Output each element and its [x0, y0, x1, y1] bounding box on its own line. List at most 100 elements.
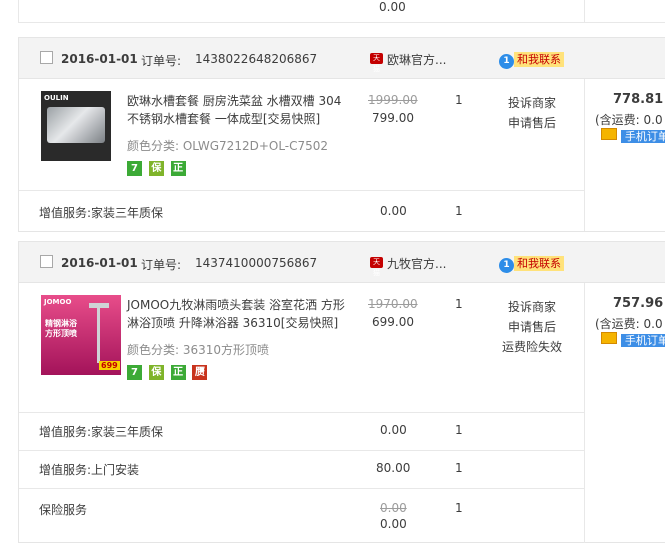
- order-number: 1438022648206867: [195, 52, 318, 66]
- sink-image: [47, 107, 105, 143]
- service-name: 上门安装: [91, 463, 140, 477]
- genuine-icon[interactable]: 正: [170, 365, 186, 380]
- shop-name-link[interactable]: 欧琳官方...: [387, 51, 446, 68]
- product-title-link[interactable]: JOMOO九牧淋雨喷头套装 浴室花洒 方形 淋浴顶喷 升降淋浴器 36310[交…: [127, 296, 367, 332]
- service-row: 增值服务:家装三年质保: [39, 423, 163, 440]
- row-divider: [19, 412, 584, 413]
- guarantee-icon[interactable]: 保: [148, 365, 164, 380]
- insurance-price: 0.00: [380, 517, 407, 531]
- shower-pole-image: [97, 303, 100, 363]
- insurance-original-price: 0.00: [380, 501, 407, 515]
- credit-card-icon: [601, 332, 617, 344]
- product-title-line1: 欧琳水槽套餐 厨房洗菜盆 水槽双槽 304: [127, 94, 342, 108]
- mobile-order-tag: 手机订单: [601, 332, 665, 347]
- product-variant: 颜色分类: OLWG7212D+OL-C7502: [127, 139, 329, 153]
- service-qty: 1: [455, 423, 463, 437]
- service-price: 0.00: [380, 423, 407, 437]
- brand-logo: JOMOO: [44, 298, 72, 306]
- order-card: 2016-01-01 订单号: 1437410000756867 天猫 九牧官方…: [18, 241, 665, 543]
- complain-seller-link[interactable]: 投诉商家: [508, 93, 556, 113]
- service-price: 80.00: [376, 461, 411, 475]
- row-divider: [19, 488, 584, 489]
- item-actions: 投诉商家 申请售后 运费险失效: [502, 297, 562, 357]
- product-thumbnail[interactable]: JOMOO 精钢淋浴 方形顶喷 699: [41, 295, 121, 375]
- service-badges: 7 保 正 赝: [127, 364, 208, 380]
- complain-seller-link[interactable]: 投诉商家: [502, 297, 562, 317]
- service-price: 0.00: [380, 204, 407, 218]
- column-divider: [584, 283, 585, 543]
- column-divider: [584, 79, 585, 231]
- fake-compensation-icon[interactable]: 赝: [192, 365, 208, 380]
- promo-price: 699: [99, 361, 120, 370]
- service-label: 增值服务:: [39, 463, 92, 477]
- apply-aftersale-link[interactable]: 申请售后: [502, 317, 562, 337]
- item-actions: 投诉商家 申请售后: [508, 93, 556, 133]
- original-price: 1970.00: [368, 297, 418, 311]
- prev-service-price: 0.00: [379, 0, 406, 14]
- quantity: 1: [455, 93, 463, 107]
- contact-seller-button[interactable]: 1 和我联系: [499, 256, 564, 273]
- row-divider: [19, 190, 584, 191]
- product-title-line2: 淋浴顶喷 升降淋浴器 36310[交易快照]: [127, 316, 339, 330]
- order-total: 757.96: [613, 296, 664, 311]
- order-no-label: 订单号:: [141, 54, 182, 68]
- seven-day-return-icon[interactable]: 7: [127, 161, 142, 176]
- order-select-checkbox[interactable]: [40, 255, 53, 268]
- service-qty: 1: [455, 461, 463, 475]
- mobile-order-tag: 手机订单: [601, 128, 665, 143]
- original-price: 1999.00: [368, 93, 418, 107]
- product-title-line1: JOMOO九牧淋雨喷头套装 浴室花洒 方形: [127, 298, 345, 312]
- service-name: 家装三年质保: [91, 425, 164, 439]
- genuine-icon[interactable]: 正: [170, 161, 186, 176]
- service-name: 家装三年质保: [91, 206, 164, 220]
- mobile-order-label: 手机订单: [620, 334, 665, 347]
- product-title-line2: 不锈钢水槽套餐 一体成型[交易快照]: [127, 112, 321, 126]
- order-card: 2016-01-01 订单号: 1438022648206867 天猫 欧琳官方…: [18, 37, 665, 232]
- unit-price: 699.00: [372, 315, 414, 329]
- apply-aftersale-link[interactable]: 申请售后: [508, 113, 556, 133]
- row-divider: [19, 450, 584, 451]
- unit-price: 799.00: [372, 111, 414, 125]
- order-no-label: 订单号:: [141, 258, 182, 272]
- prev-order-border-left: [18, 0, 19, 22]
- prev-order-bottom: [18, 22, 665, 23]
- shipping-included: (含运费: 0.0: [595, 113, 663, 127]
- tmall-icon: 天猫: [370, 53, 383, 73]
- service-label: 增值服务:: [39, 206, 92, 220]
- service-badges: 7 保 正: [127, 160, 186, 176]
- credit-card-icon: [601, 128, 617, 140]
- service-row: 增值服务:家装三年质保: [39, 204, 163, 221]
- order-header: 2016-01-01 订单号: 1438022648206867 天猫 欧琳官方…: [19, 38, 665, 79]
- order-date: 2016-01-01: [61, 52, 138, 66]
- insurance-qty: 1: [455, 501, 463, 515]
- seven-day-return-icon[interactable]: 7: [127, 365, 142, 380]
- guarantee-icon[interactable]: 保: [148, 161, 164, 176]
- wangwang-icon: 1: [499, 258, 514, 273]
- service-row: 增值服务:上门安装: [39, 461, 139, 478]
- shipping-insurance-expired: 运费险失效: [502, 340, 563, 354]
- product-title-link[interactable]: 欧琳水槽套餐 厨房洗菜盆 水槽双槽 304 不锈钢水槽套餐 一体成型[交易快照]: [127, 92, 357, 128]
- prev-order-divider: [584, 0, 585, 22]
- tmall-icon: 天猫: [370, 257, 383, 277]
- insurance-row-label: 保险服务: [39, 503, 88, 517]
- order-date: 2016-01-01: [61, 256, 138, 270]
- shipping-included: (含运费: 0.0: [595, 317, 663, 331]
- shop-name-link[interactable]: 九牧官方...: [387, 255, 446, 272]
- product-thumbnail[interactable]: OULIN: [41, 91, 111, 161]
- quantity: 1: [455, 297, 463, 311]
- shower-head-image: [89, 303, 109, 308]
- service-qty: 1: [455, 204, 463, 218]
- wangwang-icon: 1: [499, 54, 514, 69]
- order-total: 778.81: [613, 92, 664, 107]
- contact-label: 和我联系: [514, 256, 564, 271]
- mobile-order-label: 手机订单: [620, 130, 665, 143]
- order-number: 1437410000756867: [195, 256, 318, 270]
- contact-label: 和我联系: [514, 52, 564, 67]
- promo-text: 精钢淋浴 方形顶喷: [45, 319, 77, 338]
- contact-seller-button[interactable]: 1 和我联系: [499, 52, 564, 69]
- brand-logo: OULIN: [44, 94, 69, 102]
- service-label: 增值服务:: [39, 425, 92, 439]
- product-variant: 颜色分类: 36310方形顶喷: [127, 343, 270, 357]
- order-header: 2016-01-01 订单号: 1437410000756867 天猫 九牧官方…: [19, 242, 665, 283]
- order-select-checkbox[interactable]: [40, 51, 53, 64]
